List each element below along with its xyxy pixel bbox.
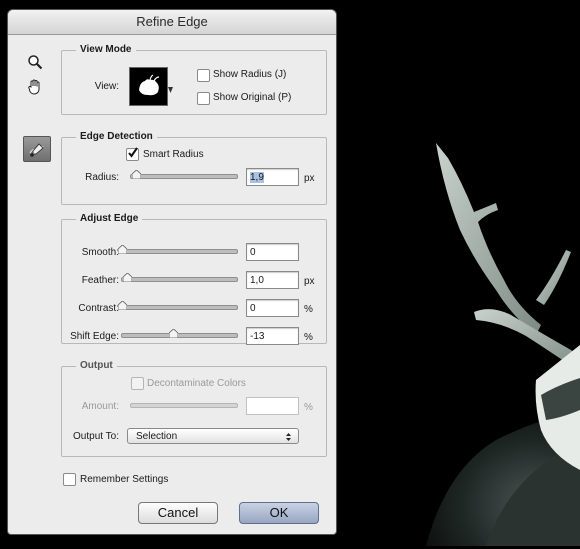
adjust-row-slider[interactable] xyxy=(121,329,238,338)
adjust-row-slider[interactable] xyxy=(121,273,238,282)
amount-slider xyxy=(130,403,238,408)
zoom-icon[interactable] xyxy=(24,51,46,73)
amount-label: Amount: xyxy=(81,401,119,412)
show-original-checkbox[interactable] xyxy=(197,92,210,105)
adjust-row-value: 0 xyxy=(250,303,256,314)
remember-settings-label: Remember Settings xyxy=(80,474,169,485)
refine-edge-dialog: Refine Edge View Mode View: Show Radius … xyxy=(8,10,336,534)
show-original-label: Show Original (P) xyxy=(213,92,292,103)
ok-button[interactable]: OK xyxy=(239,502,319,524)
adjust-row-unit: % xyxy=(304,332,313,343)
decontaminate-colors-label: Decontaminate Colors xyxy=(147,378,246,389)
edge-detection-title: Edge Detection xyxy=(76,131,157,142)
radius-label: Radius: xyxy=(85,172,119,183)
view-dropdown-arrow[interactable] xyxy=(167,67,174,104)
hand-icon[interactable] xyxy=(24,76,46,98)
output-title: Output xyxy=(76,360,117,371)
adjust-row-input[interactable]: 1,0 xyxy=(246,271,299,289)
output-to-label: Output To: xyxy=(73,431,119,442)
smart-radius-checkbox[interactable] xyxy=(126,147,139,161)
adjust-row-slider-thumb[interactable] xyxy=(122,273,132,282)
refine-radius-brush-icon[interactable] xyxy=(23,136,51,162)
adjust-row-slider[interactable] xyxy=(118,245,238,254)
dialog-title: Refine Edge xyxy=(8,10,336,35)
amount-unit: % xyxy=(304,402,313,413)
smart-radius-label: Smart Radius xyxy=(143,149,204,160)
show-radius-label: Show Radius (J) xyxy=(213,69,287,80)
radius-slider[interactable] xyxy=(130,170,238,179)
show-radius-checkbox[interactable] xyxy=(197,69,210,82)
view-mode-title: View Mode xyxy=(76,44,136,55)
view-mode-thumbnail[interactable] xyxy=(129,67,168,106)
adjust-row-value: -13 xyxy=(250,331,265,342)
radius-unit: px xyxy=(304,173,315,184)
adjust-row-slider-thumb[interactable] xyxy=(118,301,127,310)
decontaminate-colors-checkbox[interactable] xyxy=(131,377,144,390)
check-icon xyxy=(128,147,138,158)
adjust-edge-title: Adjust Edge xyxy=(76,213,143,224)
adjust-row-unit: % xyxy=(304,304,313,315)
remember-settings-checkbox[interactable] xyxy=(63,473,76,486)
adjust-row-input[interactable]: 0 xyxy=(246,299,299,317)
adjust-row-value: 0 xyxy=(250,247,256,258)
adjust-row-slider-thumb[interactable] xyxy=(168,329,178,338)
amount-input xyxy=(246,397,299,415)
adjust-row-input[interactable]: 0 xyxy=(246,243,299,261)
select-arrows-icon xyxy=(286,433,291,441)
adjust-row-unit: px xyxy=(304,276,315,287)
adjust-row-value: 1,0 xyxy=(250,275,264,286)
radius-slider-thumb[interactable] xyxy=(132,170,142,179)
adjust-row-label: Smooth: xyxy=(81,247,119,258)
adjust-row-label: Feather: xyxy=(81,275,119,286)
radius-value: 1,9 xyxy=(250,172,264,183)
adjust-row-label: Contrast: xyxy=(78,303,119,314)
output-to-value: Selection xyxy=(136,431,178,442)
radius-input[interactable]: 1,9 xyxy=(246,168,299,186)
deer-antler-image xyxy=(426,143,580,546)
adjust-row-slider-thumb[interactable] xyxy=(118,245,127,254)
document-canvas[interactable] xyxy=(336,0,580,546)
adjust-row-input[interactable]: -13 xyxy=(246,327,299,345)
view-label: View: xyxy=(94,81,119,92)
output-to-select[interactable]: Selection xyxy=(127,428,299,444)
cancel-button[interactable]: Cancel xyxy=(138,502,218,524)
adjust-row-label: Shift Edge: xyxy=(70,331,119,342)
adjust-row-slider[interactable] xyxy=(118,301,238,310)
